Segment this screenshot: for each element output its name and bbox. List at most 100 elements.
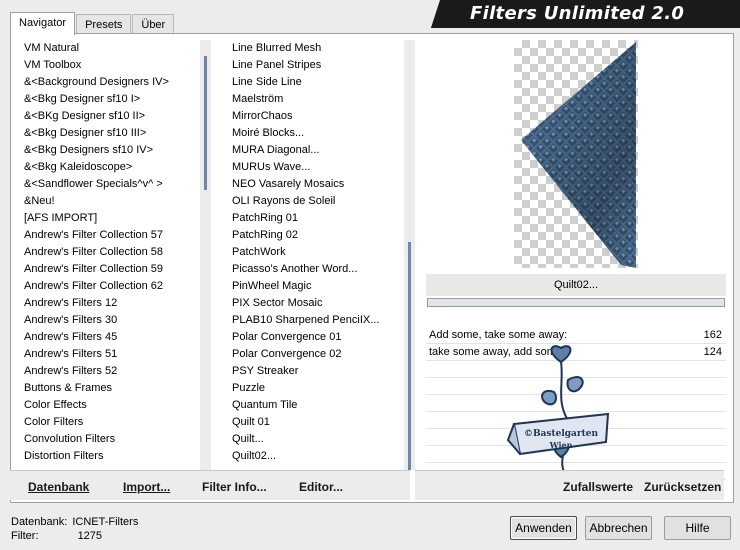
filter-item[interactable]: PIX Sector Mosaic: [231, 295, 396, 312]
filter-item[interactable]: Puzzle: [231, 380, 396, 397]
filter-item[interactable]: MURUs Wave...: [231, 159, 396, 176]
filter-item[interactable]: PLAB10 Sharpened PenciIX...: [231, 312, 396, 329]
filter-item[interactable]: Quilt02...: [231, 448, 396, 465]
category-item[interactable]: Andrew's Filters 45: [23, 329, 198, 346]
app-title: Filters Unlimited 2.0: [470, 3, 685, 24]
apply-button[interactable]: Anwenden: [510, 516, 577, 540]
filter-item[interactable]: MURA Diagonal...: [231, 142, 396, 159]
category-item[interactable]: Andrew's Filter Collection 57: [23, 227, 198, 244]
filter-item[interactable]: Quantum Tile: [231, 397, 396, 414]
category-item[interactable]: VM Natural: [23, 40, 198, 57]
filter-item-label: PinWheel Magic: [232, 280, 312, 292]
filter-item-label: Maelström: [232, 93, 284, 105]
category-item[interactable]: &<Bkg Kaleidoscope>: [23, 159, 198, 176]
category-item[interactable]: VM Toolbox: [23, 57, 198, 74]
filter-item-label: Quilt 01: [232, 416, 270, 428]
filter-item[interactable]: PinWheel Magic: [231, 278, 396, 295]
import-button[interactable]: Import...: [123, 480, 170, 494]
category-item[interactable]: Andrew's Filters 51: [23, 346, 198, 363]
filter-item[interactable]: Picasso's Another Word...: [231, 261, 396, 278]
category-list[interactable]: VM Natural VM Toolbox &<Background Designe…: [23, 40, 198, 466]
category-item[interactable]: Buttons & Frames: [23, 380, 198, 397]
category-item[interactable]: &<Bkg Designer sf10 III>: [23, 125, 198, 142]
navigator-panel: VM Natural VM Toolbox &<Background Designe…: [10, 33, 734, 503]
editor-button[interactable]: Editor...: [299, 480, 343, 494]
category-item[interactable]: &<Sandflower Specials^v^ >: [23, 176, 198, 193]
category-item[interactable]: Convolution Filters: [23, 431, 198, 448]
category-item[interactable]: &<Bkg Designers sf10 IV>: [23, 142, 198, 159]
category-item[interactable]: &Neu!: [23, 193, 198, 210]
category-item[interactable]: Andrew's Filters 52: [23, 363, 198, 380]
category-item-label: &Neu!: [24, 195, 55, 207]
left-action-bar: Datenbank Import... Filter Info... Edito…: [10, 470, 410, 500]
tab-presets[interactable]: Presets: [76, 14, 132, 35]
filter-item[interactable]: Quilt...: [231, 431, 396, 448]
category-item[interactable]: &<BKg Designer sf10 II>: [23, 108, 198, 125]
filter-item[interactable]: Moiré Blocks...: [231, 125, 396, 142]
filter-item-label: NEO Vasarely Mosaics: [232, 178, 345, 190]
filter-item-label: Moiré Blocks...: [232, 127, 305, 139]
category-item[interactable]: &<Background Designers IV>: [23, 74, 198, 91]
filter-item[interactable]: NEO Vasarely Mosaics: [231, 176, 396, 193]
category-item[interactable]: Andrew's Filters 12: [23, 295, 198, 312]
reset-button[interactable]: Zurücksetzen: [644, 480, 721, 494]
filter-item[interactable]: Radial Dots: [231, 465, 396, 466]
filter-item[interactable]: PSY Streaker: [231, 363, 396, 380]
category-item[interactable]: Distortion Filters: [23, 448, 198, 465]
param-value[interactable]: 124: [704, 344, 722, 361]
preview-image: [426, 40, 726, 268]
category-item-label: &<Background Designers IV>: [24, 76, 169, 88]
category-item-label: Andrew's Filter Collection 59: [24, 263, 164, 275]
help-button[interactable]: Hilfe: [664, 516, 731, 540]
status-filter-count: Filter: 1275: [11, 530, 102, 542]
tab-navigator[interactable]: Navigator: [10, 12, 76, 35]
filter-list[interactable]: Line Blurred Mesh Line Panel Stripes Line …: [231, 40, 396, 466]
category-item-label: Andrew's Filters 52: [24, 365, 118, 377]
preview-filter-name: Quilt02...: [426, 274, 726, 296]
filter-item[interactable]: Line Panel Stripes: [231, 57, 396, 74]
category-item[interactable]: &<Bkg Designer sf10 I>: [23, 91, 198, 108]
filter-item-label: MURA Diagonal...: [232, 144, 320, 156]
randomize-button[interactable]: Zufallswerte: [563, 480, 633, 494]
category-item-label: Andrew's Filters 51: [24, 348, 118, 360]
preview-svg: [514, 40, 638, 268]
database-button[interactable]: Datenbank: [28, 480, 89, 494]
category-item-label: Andrew's Filters 45: [24, 331, 118, 343]
category-item-label: Andrew's Filter Collection 57: [24, 229, 164, 241]
category-item[interactable]: [AFS IMPORT]: [23, 210, 198, 227]
category-scrollbar-thumb[interactable]: [204, 56, 207, 190]
cancel-button[interactable]: Abbrechen: [585, 516, 652, 540]
category-item[interactable]: Edges, Round: [23, 465, 198, 466]
category-item-label: Andrew's Filter Collection 58: [24, 246, 164, 258]
progress-bar: [427, 298, 725, 307]
filter-item[interactable]: PatchRing 01: [231, 210, 396, 227]
filter-item[interactable]: Polar Convergence 02: [231, 346, 396, 363]
filter-item-label: OLI Rayons de Soleil: [232, 195, 336, 207]
filter-item[interactable]: Polar Convergence 01: [231, 329, 396, 346]
category-item[interactable]: Andrew's Filter Collection 58: [23, 244, 198, 261]
category-item-label: &<Bkg Designers sf10 IV>: [24, 144, 154, 156]
filter-info-button[interactable]: Filter Info...: [202, 480, 267, 494]
filter-item[interactable]: OLI Rayons de Soleil: [231, 193, 396, 210]
filter-item[interactable]: Maelström: [231, 91, 396, 108]
category-item[interactable]: Color Effects: [23, 397, 198, 414]
category-item[interactable]: Andrew's Filters 30: [23, 312, 198, 329]
filter-item[interactable]: Line Side Line: [231, 74, 396, 91]
tab-about[interactable]: Über: [132, 14, 175, 35]
watermark-text-2: Wien: [549, 440, 573, 450]
param-value[interactable]: 162: [704, 327, 722, 344]
filter-scrollbar-thumb[interactable]: [408, 242, 411, 470]
filter-item[interactable]: Line Blurred Mesh: [231, 40, 396, 57]
category-item[interactable]: Color Filters: [23, 414, 198, 431]
filter-item-label: Polar Convergence 01: [232, 331, 342, 343]
category-item-label: Color Effects: [24, 399, 87, 411]
filter-item[interactable]: PatchWork: [231, 244, 396, 261]
filter-item[interactable]: Quilt 01: [231, 414, 396, 431]
category-item-label: Convolution Filters: [24, 433, 116, 445]
category-item-label: Andrew's Filters 12: [24, 297, 118, 309]
category-item[interactable]: Andrew's Filter Collection 59: [23, 261, 198, 278]
category-item[interactable]: Andrew's Filter Collection 62: [23, 278, 198, 295]
filter-item[interactable]: PatchRing 02: [231, 227, 396, 244]
watermark-text-1: ©Bastelgarten: [524, 429, 599, 439]
filter-item[interactable]: MirrorChaos: [231, 108, 396, 125]
